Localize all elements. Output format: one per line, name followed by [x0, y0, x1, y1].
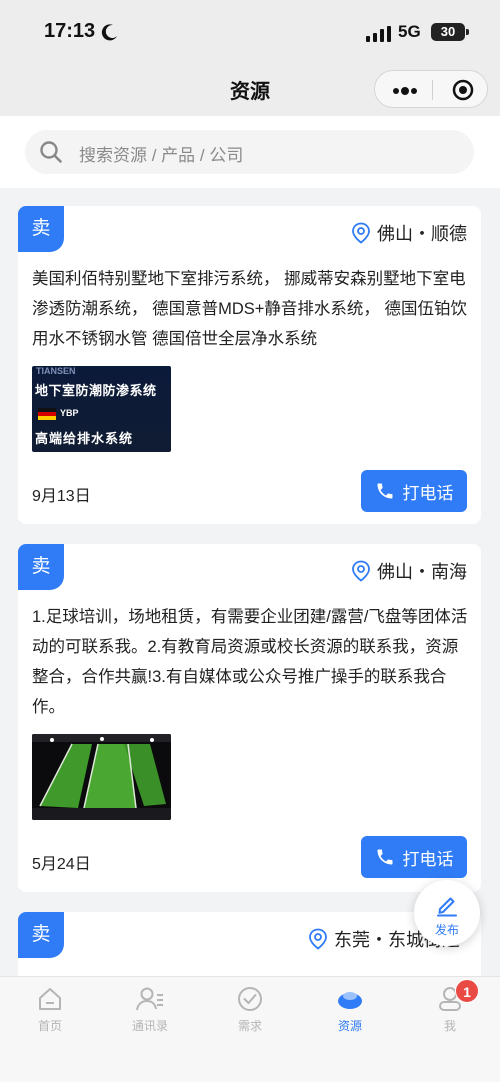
listing-image[interactable]	[32, 734, 171, 820]
more-dots-icon[interactable]	[392, 87, 418, 95]
listing-description: 1.足球培训，场地租赁，有需要企业团建/露营/飞盘等团体活动的可联系我。2.有教…	[32, 608, 468, 716]
tab-label: 首页	[37, 1019, 62, 1033]
publish-label: 发布	[434, 923, 459, 937]
location-text: 佛山・顺德	[377, 224, 467, 244]
listing-description: 美国利佰特别墅地下室排污系统， 挪威蒂安森别墅地下室电渗透防潮系统， 德国意普M…	[32, 270, 467, 348]
image-caption-1: 地下室防潮防渗系统	[35, 383, 157, 398]
tab-contacts[interactable]: 通讯录	[100, 985, 200, 1034]
location-pin-icon	[352, 560, 370, 582]
status-bar: 17:13 5G 30	[0, 0, 500, 64]
sell-tag: 卖	[18, 912, 64, 958]
resource-card[interactable]: 卖 佛山・顺德 美国利佰特别墅地下室排污系统， 挪威蒂安森别墅地下室电渗透防潮系…	[18, 206, 481, 524]
listing-date: 5月24日	[32, 856, 91, 873]
check-circle-icon	[238, 987, 262, 1011]
location: 佛山・南海	[351, 558, 467, 584]
miniprogram-capsule	[374, 70, 488, 108]
call-button[interactable]: 打电话	[361, 470, 467, 512]
tab-label: 通讯录	[131, 1019, 168, 1033]
location: 佛山・顺德	[351, 220, 467, 246]
tab-resource[interactable]: 资源	[300, 985, 400, 1034]
nav-bar: 资源	[0, 64, 500, 116]
edit-pen-icon	[437, 897, 457, 917]
moon-icon	[101, 24, 117, 41]
location-pin-icon	[309, 928, 327, 950]
search-icon	[40, 141, 62, 163]
resource-card[interactable]: 卖 佛山・南海 1.足球培训，场地租赁，有需要企业团建/露营/飞盘等团体活动的可…	[18, 544, 481, 892]
status-time: 17:13	[44, 20, 96, 42]
tab-label: 我	[443, 1019, 456, 1033]
search-input[interactable]: 搜索资源 / 产品 / 公司	[25, 130, 474, 174]
image-caption-2: 高端给排水系统	[35, 431, 134, 446]
search-placeholder: 搜索资源 / 产品 / 公司	[79, 146, 244, 165]
image-brand-text: TIANSEN	[36, 366, 76, 376]
signal-icon	[366, 26, 391, 42]
listing-image[interactable]: TIANSEN 地下室防潮防渗系统 YBP 高端给排水系统	[32, 366, 171, 452]
contacts-icon	[136, 987, 163, 1011]
call-button-label: 打电话	[402, 483, 454, 503]
publish-button[interactable]: 发布	[414, 880, 480, 946]
capsule-divider	[432, 80, 433, 100]
tab-label: 资源	[337, 1019, 362, 1033]
call-button[interactable]: 打电话	[361, 836, 467, 878]
tab-home[interactable]: 首页	[0, 985, 100, 1034]
notification-badge: 1	[455, 979, 479, 1003]
location-text: 佛山・南海	[377, 562, 467, 582]
location-pin-icon	[352, 222, 370, 244]
search-section: 搜索资源 / 产品 / 公司	[0, 116, 500, 188]
listing-date: 9月13日	[32, 488, 91, 505]
bottom-tab-bar: 首页 通讯录 需求 资源 1 我	[0, 976, 500, 1082]
tab-me[interactable]: 1 我	[400, 979, 500, 1034]
battery-icon: 30	[431, 23, 469, 41]
sell-tag: 卖	[18, 206, 64, 252]
image-badge-text: YBP	[60, 408, 79, 418]
phone-icon	[377, 849, 392, 865]
close-miniprogram-icon[interactable]	[452, 79, 474, 101]
sell-tag: 卖	[18, 544, 64, 590]
network-type: 5G	[398, 22, 421, 41]
resource-icon	[338, 992, 362, 1009]
football-field-image	[32, 734, 171, 820]
home-icon	[39, 988, 61, 1010]
call-button-label: 打电话	[402, 849, 454, 869]
german-flag	[38, 408, 56, 420]
phone-icon	[377, 483, 392, 499]
tab-demand[interactable]: 需求	[200, 985, 300, 1034]
tab-label: 需求	[237, 1019, 262, 1033]
